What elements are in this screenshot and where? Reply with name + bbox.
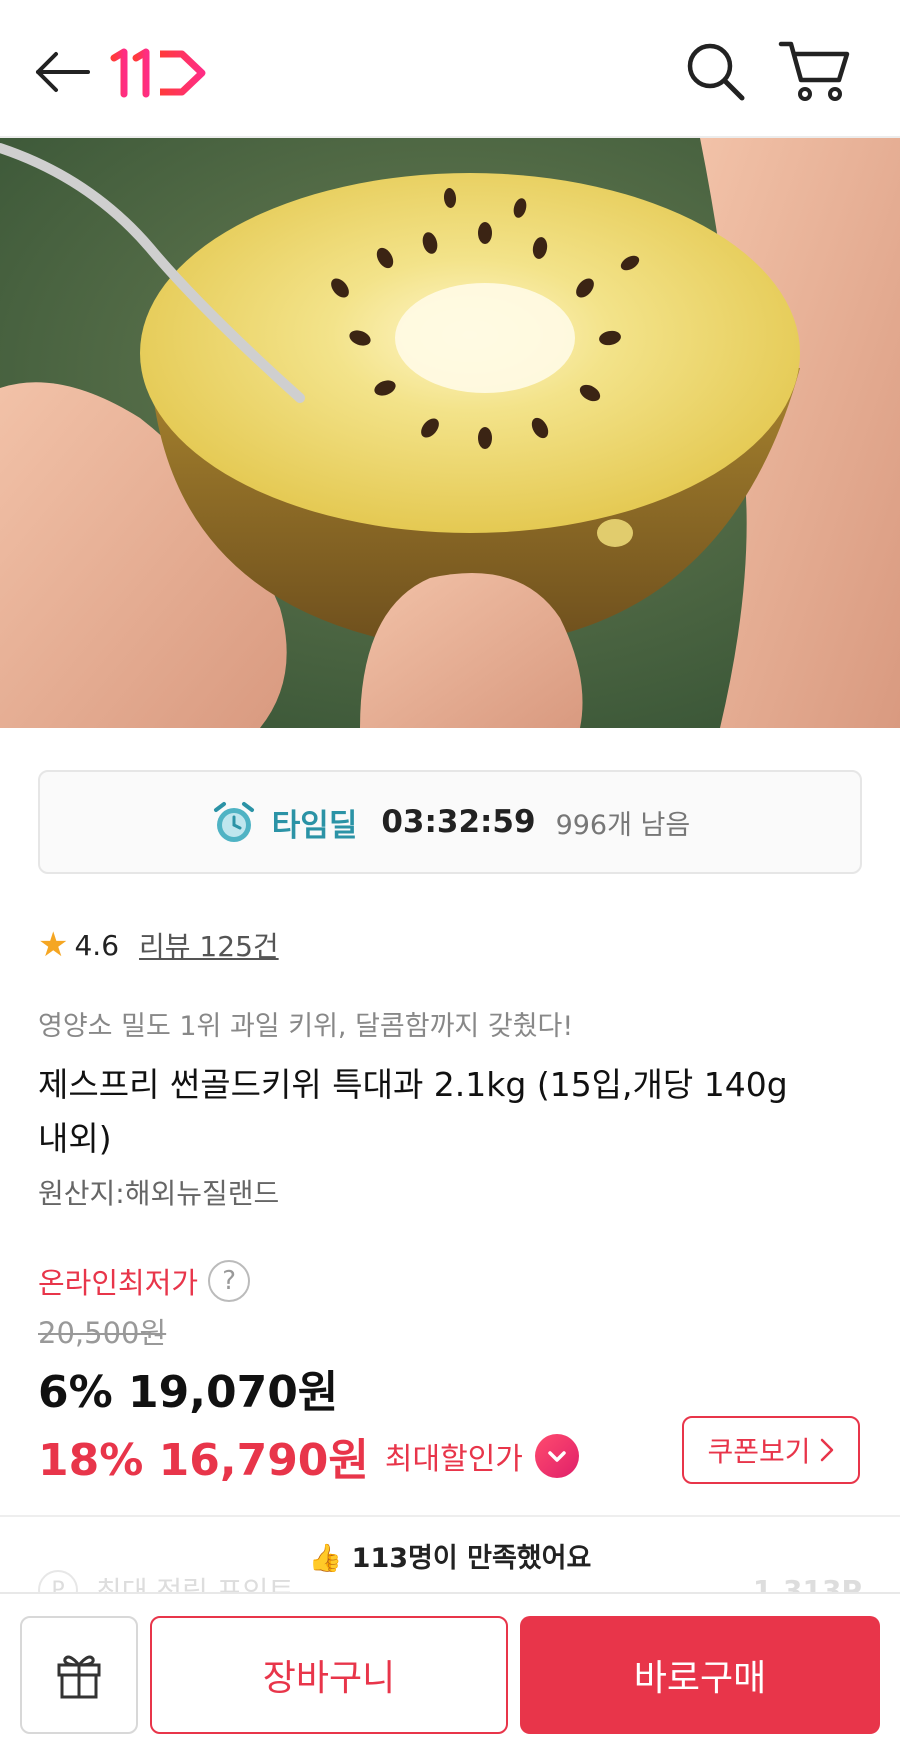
product-image-carousel[interactable] bbox=[0, 138, 900, 728]
lowest-price-label: 온라인최저가 bbox=[38, 1266, 199, 1300]
time-deal-remaining: 996개 남음 bbox=[555, 809, 691, 841]
add-to-cart-button[interactable]: 장바구니 bbox=[150, 1616, 508, 1734]
rating-value: 4.6 bbox=[74, 928, 120, 962]
chevron-down-icon[interactable] bbox=[534, 1434, 579, 1478]
buy-now-button[interactable]: 바로구매 bbox=[520, 1616, 880, 1734]
search-button[interactable] bbox=[680, 36, 750, 106]
cart-icon bbox=[778, 41, 850, 101]
eleven-street-logo bbox=[110, 48, 206, 98]
alarm-clock-icon bbox=[213, 802, 254, 842]
help-icon[interactable]: ? bbox=[208, 1260, 251, 1302]
chevron-down-glyph bbox=[548, 1451, 566, 1462]
back-button[interactable] bbox=[30, 40, 94, 104]
time-deal-banner: 타임딜 03:32:59 996개 남음 bbox=[38, 770, 862, 874]
logo-11st[interactable] bbox=[110, 42, 210, 102]
max-discount-label: 최대할인가 bbox=[384, 1442, 523, 1477]
product-origin: 원산지:해외뉴질랜드 bbox=[38, 1177, 280, 1210]
product-subtitle: 영양소 밀도 1위 과일 키위, 달콤함까지 갖췄다! bbox=[38, 1011, 574, 1042]
lowest-price-row: 온라인최저가 ? bbox=[38, 1260, 251, 1302]
coupon-view-label: 쿠폰보기 bbox=[707, 1435, 811, 1468]
cart-button[interactable] bbox=[775, 36, 855, 106]
gift-icon bbox=[57, 1655, 101, 1699]
max-discount-row: 18% 16,790원 최대할인가 bbox=[38, 1424, 579, 1488]
original-price: 20,500원 bbox=[38, 1316, 167, 1350]
coupon-view-button[interactable]: 쿠폰보기 bbox=[682, 1416, 860, 1484]
top-header bbox=[0, 0, 900, 138]
search-icon bbox=[687, 43, 745, 101]
section-divider bbox=[0, 1515, 900, 1517]
arrow-left-icon bbox=[36, 52, 90, 92]
max-discount-price: 18% 16,790원 bbox=[38, 1435, 369, 1486]
chevron-right-icon bbox=[820, 1438, 833, 1462]
product-title: 제스프리 썬골드키위 특대과 2.1kg (15입,개당 140g내외) bbox=[38, 1065, 788, 1158]
review-count-link[interactable]: 리뷰 125건 bbox=[139, 925, 279, 965]
discount-price: 6% 19,070원 bbox=[38, 1367, 339, 1418]
time-deal-countdown: 03:32:59 bbox=[381, 804, 536, 840]
star-icon: ★ bbox=[38, 925, 69, 965]
rating-row: ★ 4.6 리뷰 125건 bbox=[38, 925, 279, 965]
bottom-action-bar: 장바구니 바로구매 bbox=[0, 1592, 900, 1756]
product-photo bbox=[0, 138, 900, 728]
time-deal-label: 타임딜 bbox=[271, 807, 358, 844]
gift-button[interactable] bbox=[20, 1616, 138, 1734]
